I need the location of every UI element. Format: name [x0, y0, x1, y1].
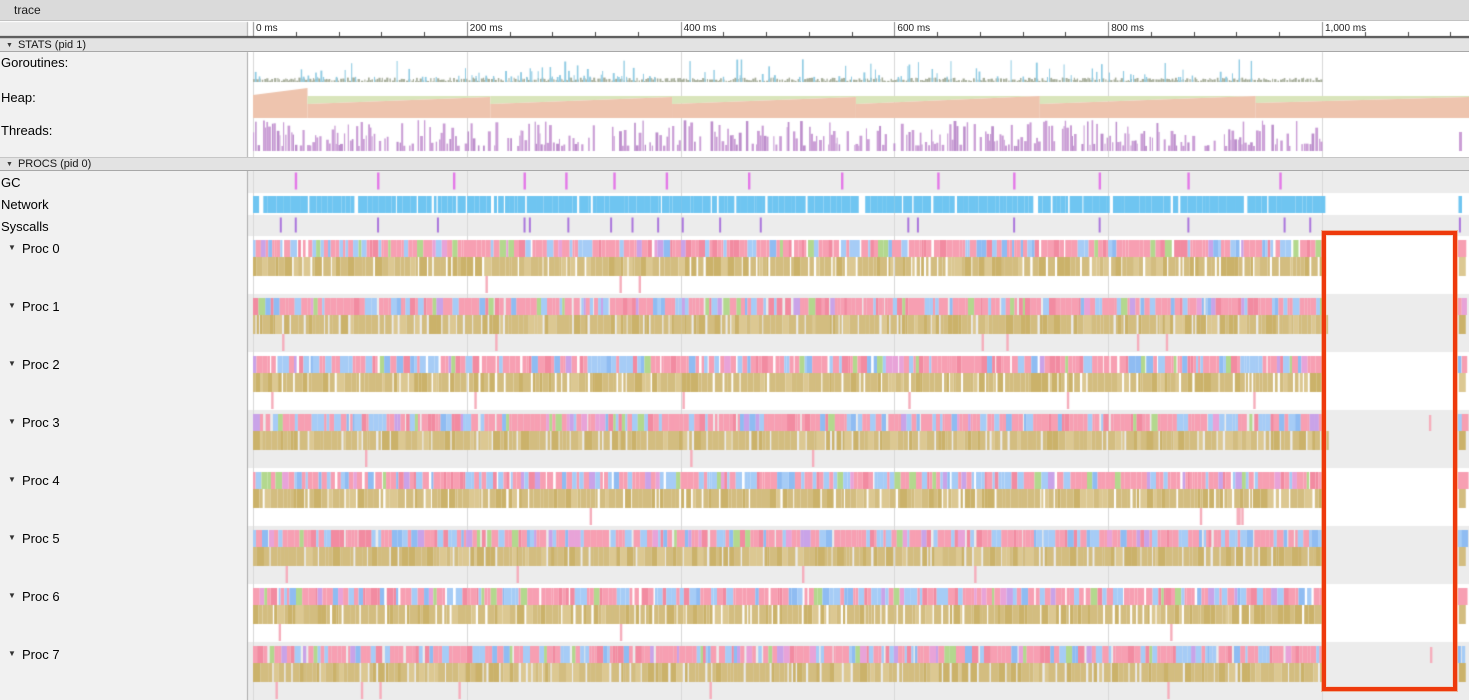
ruler-tick-label-200: 200 ms: [470, 23, 503, 34]
proc-2-track[interactable]: [248, 352, 1469, 410]
proc-row-label-4[interactable]: Proc 4: [22, 473, 60, 488]
stat-row-label-heap: Heap:: [1, 90, 36, 105]
collapse-triangle-icon[interactable]: ▼: [6, 158, 13, 171]
proc-1-expand-icon[interactable]: ▼: [8, 302, 16, 310]
event-row-label-syscalls: Syscalls: [1, 219, 49, 234]
stat-row-label-threads: Threads:: [1, 123, 52, 138]
gc-track[interactable]: [248, 171, 1469, 193]
ruler-tick-label-800: 800 ms: [1111, 23, 1144, 34]
ruler-tick-label-0: 0 ms: [256, 23, 278, 34]
proc-7-track[interactable]: [248, 642, 1469, 700]
proc-row-label-6[interactable]: Proc 6: [22, 589, 60, 604]
proc-4-track[interactable]: [248, 468, 1469, 526]
proc-row-label-5[interactable]: Proc 5: [22, 531, 60, 546]
proc-7-expand-icon[interactable]: ▼: [8, 650, 16, 658]
stat-row-label-goroutines: Goroutines:: [1, 55, 68, 70]
section-header-stats-label: STATS (pid 1): [18, 39, 86, 51]
proc-2-expand-icon[interactable]: ▼: [8, 360, 16, 368]
page-title: trace: [14, 3, 41, 17]
collapse-triangle-icon[interactable]: ▼: [6, 39, 13, 52]
proc-3-expand-icon[interactable]: ▼: [8, 418, 16, 426]
window-title-bar: trace: [0, 0, 1469, 21]
selection-rectangle[interactable]: [1322, 231, 1457, 691]
proc-1-track[interactable]: [248, 294, 1469, 352]
event-row-label-gc: GC: [1, 175, 21, 190]
network-track[interactable]: [248, 193, 1469, 215]
section-header-procs-label: PROCS (pid 0): [18, 158, 91, 170]
heap-track[interactable]: [248, 86, 1469, 120]
section-header-procs[interactable]: ▼ PROCS (pid 0): [0, 157, 1469, 171]
ruler-tick-label-600: 600 ms: [897, 23, 930, 34]
proc-row-label-2[interactable]: Proc 2: [22, 357, 60, 372]
proc-row-label-7[interactable]: Proc 7: [22, 647, 60, 662]
syscalls-track[interactable]: [248, 215, 1469, 236]
ruler-tick-label-400: 400 ms: [684, 23, 717, 34]
proc-4-expand-icon[interactable]: ▼: [8, 476, 16, 484]
proc-row-label-1[interactable]: Proc 1: [22, 299, 60, 314]
ruler-tick-label-1000: 1,000 ms: [1325, 23, 1366, 34]
proc-5-track[interactable]: [248, 526, 1469, 584]
proc-6-expand-icon[interactable]: ▼: [8, 592, 16, 600]
proc-0-track[interactable]: [248, 236, 1469, 294]
proc-row-label-0[interactable]: Proc 0: [22, 241, 60, 256]
proc-6-track[interactable]: [248, 584, 1469, 642]
threads-track[interactable]: [248, 120, 1469, 157]
event-row-label-network: Network: [1, 197, 49, 212]
goroutines-track[interactable]: [248, 52, 1469, 86]
proc-3-track[interactable]: [248, 410, 1469, 468]
proc-row-label-3[interactable]: Proc 3: [22, 415, 60, 430]
proc-0-expand-icon[interactable]: ▼: [8, 244, 16, 252]
section-header-stats[interactable]: ▼ STATS (pid 1): [0, 38, 1469, 52]
proc-5-expand-icon[interactable]: ▼: [8, 534, 16, 542]
